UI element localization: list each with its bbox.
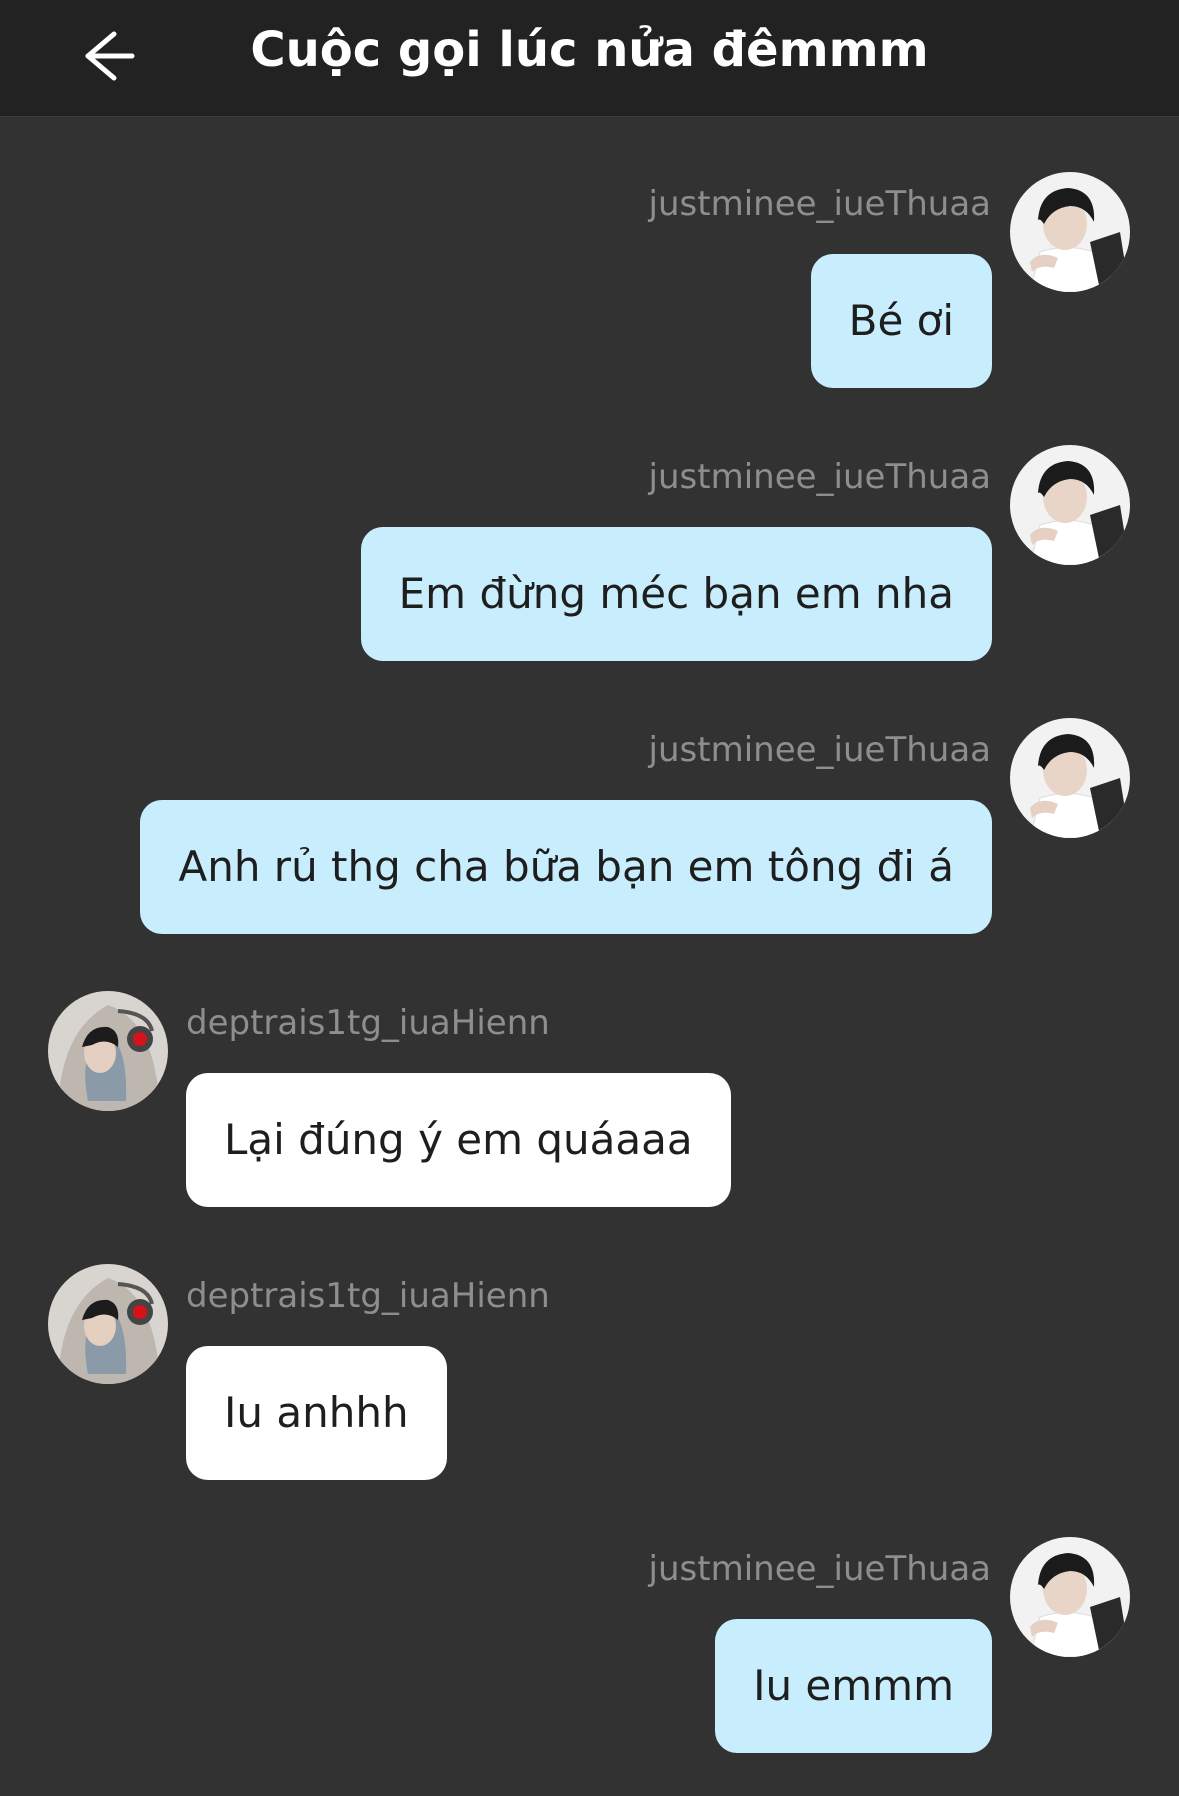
message-bubble[interactable]: Anh rủ thg cha bữa bạn em tông đi á <box>140 800 992 934</box>
message-bubble[interactable]: Lại đúng ý em quáaaa <box>186 1073 731 1207</box>
sender-username: justminee_iueThuaa <box>648 1549 991 1589</box>
sender-username: justminee_iueThuaa <box>648 730 991 770</box>
message-list: justminee_iueThuaa Bé ơi justminee_iueTh… <box>0 116 1179 1796</box>
sender-username: deptrais1tg_iuaHienn <box>186 1276 550 1316</box>
chat-header: Cuộc gọi lúc nửa đêmmm <box>0 0 1179 117</box>
avatar[interactable] <box>1010 445 1130 565</box>
sender-username: justminee_iueThuaa <box>648 184 991 224</box>
avatar[interactable] <box>48 991 168 1111</box>
sender-username: justminee_iueThuaa <box>648 457 991 497</box>
avatar[interactable] <box>1010 718 1130 838</box>
message-bubble[interactable]: Iu emmm <box>715 1619 992 1753</box>
page-title: Cuộc gọi lúc nửa đêmmm <box>250 22 929 78</box>
avatar[interactable] <box>1010 1537 1130 1657</box>
message-bubble[interactable]: Bé ơi <box>810 254 992 388</box>
message-bubble[interactable]: Em đừng méc bạn em nha <box>360 527 992 661</box>
avatar[interactable] <box>48 1264 168 1384</box>
avatar[interactable] <box>1010 172 1130 292</box>
message-bubble[interactable]: Iu anhhh <box>186 1346 447 1480</box>
sender-username: deptrais1tg_iuaHienn <box>186 1003 550 1043</box>
